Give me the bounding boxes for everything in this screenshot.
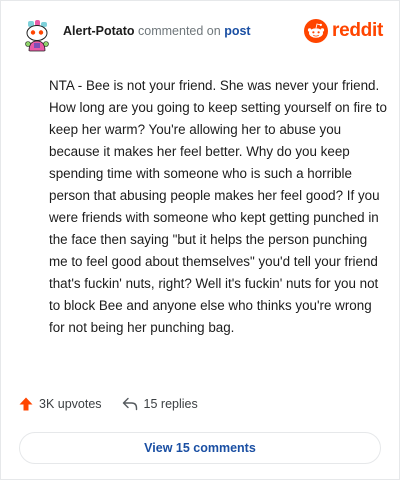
user-avatar[interactable] [19, 17, 55, 53]
comment-card: Alert-Potato commented on post reddit NT… [0, 0, 400, 480]
view-comments-button[interactable]: View 15 comments [19, 432, 381, 464]
action-text: commented on [138, 23, 221, 38]
upvote-stat[interactable]: 3K upvotes [19, 397, 102, 411]
reddit-snoo-icon [304, 19, 329, 43]
comment-body: NTA - Bee is not your friend. She was ne… [49, 78, 387, 335]
upvote-arrow-icon [19, 397, 33, 411]
comment-header: Alert-Potato commented on post reddit [19, 15, 383, 55]
reply-stat[interactable]: 15 replies [122, 397, 198, 411]
comment-meta: Alert-Potato commented on post [63, 25, 251, 38]
reddit-logo[interactable]: reddit [304, 19, 383, 43]
username[interactable]: Alert-Potato [63, 24, 135, 38]
post-link[interactable]: post [224, 24, 250, 38]
reply-arrow-icon [122, 397, 137, 411]
snoo-avatar-icon [19, 17, 55, 53]
comment-stats: 3K upvotes 15 replies [19, 397, 198, 411]
upvote-count: 3K upvotes [39, 397, 102, 411]
reply-count: 15 replies [143, 397, 198, 411]
reddit-wordmark: reddit [332, 20, 383, 41]
